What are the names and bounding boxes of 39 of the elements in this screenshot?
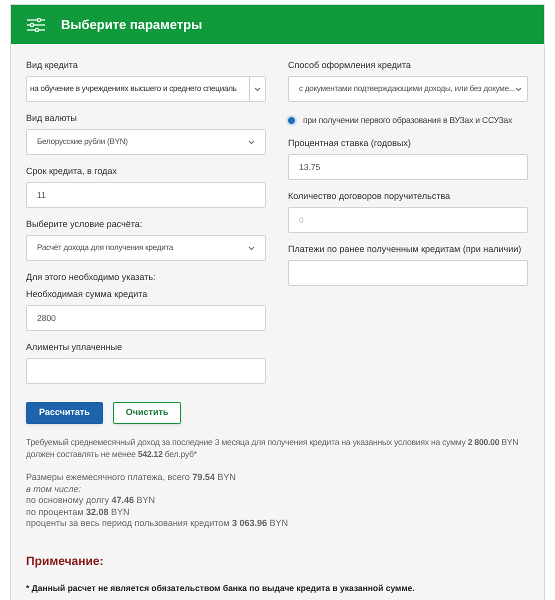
field-label: Срок кредита, в годах: [26, 165, 118, 178]
field-label: Платежи по ранее полученным кредитам (при наличии): [288, 242, 522, 256]
note-heading: Примечание:: [26, 552, 105, 570]
field-label: Вид кредита: [26, 59, 79, 72]
input-field[interactable]: [288, 260, 528, 286]
dropdown-field[interactable]: с документами подтверждающими доходы, или без докуме...: [288, 76, 528, 102]
field-label: Процентная ставка (годовых): [288, 136, 412, 150]
input-field[interactable]: 13.75: [288, 154, 528, 180]
result-summary: Требуемый среднемесячный доход за последние 3 месяца для получения кредита на указанных условиях на сумму 2 800.00 BYN должен составлять не менее 542.12 бел.руб*: [26, 436, 520, 460]
caret-icon: [254, 86, 261, 92]
clear-button[interactable]: Очистить: [112, 402, 182, 424]
settings-icon: [27, 18, 45, 32]
radio-label: при получении первого образования в ВУЗах и ССУЗах: [303, 114, 512, 127]
radio-button[interactable]: [288, 116, 295, 124]
result-line: проценты за весь период пользования кредитом 3 063.96 BYN: [26, 518, 288, 530]
field-label: Количество договоров поручительства: [288, 190, 452, 203]
caret-icon: [248, 140, 255, 144]
result-line: по основному долгу 47.46 BYN: [26, 495, 156, 506]
field-label: Выберите условие расчёта:: [26, 218, 144, 231]
input-field[interactable]: 0: [288, 206, 528, 233]
dropdown-field[interactable]: Расчёт дохода для получения кредита: [26, 235, 266, 261]
input-field[interactable]: [26, 358, 266, 384]
field-label: Способ оформления кредита: [288, 59, 412, 72]
caret-icon: [248, 246, 255, 250]
dropdown-field[interactable]: на обучение в учреждениях высшего и среднего специаль: [26, 76, 266, 102]
field-label: Необходимая сумма кредита: [26, 288, 148, 301]
caret-icon: [514, 86, 522, 92]
input-field[interactable]: 11: [26, 182, 266, 208]
field-label: Вид валюты: [26, 112, 78, 125]
hint-text: Для этого необходимо указать:: [26, 271, 157, 284]
result-line: по процентам 32.08 BYN: [26, 506, 130, 518]
disclaimer-text: * Данный расчет не является обязательством банка по выдаче кредита в указанной сумме.: [26, 582, 416, 594]
field-label: Алименты уплаченные: [26, 341, 124, 354]
dropdown-field[interactable]: Белорусские рубли (BYN): [26, 129, 266, 155]
calculate-button[interactable]: Рассчитать: [26, 402, 103, 424]
header-title: Выберите параметры: [61, 16, 202, 34]
result-line: в том числе:: [26, 484, 82, 495]
input-field[interactable]: 2800: [26, 305, 266, 331]
result-line: Размеры ежемесячного платежа, всего 79.54 BYN: [26, 472, 236, 484]
